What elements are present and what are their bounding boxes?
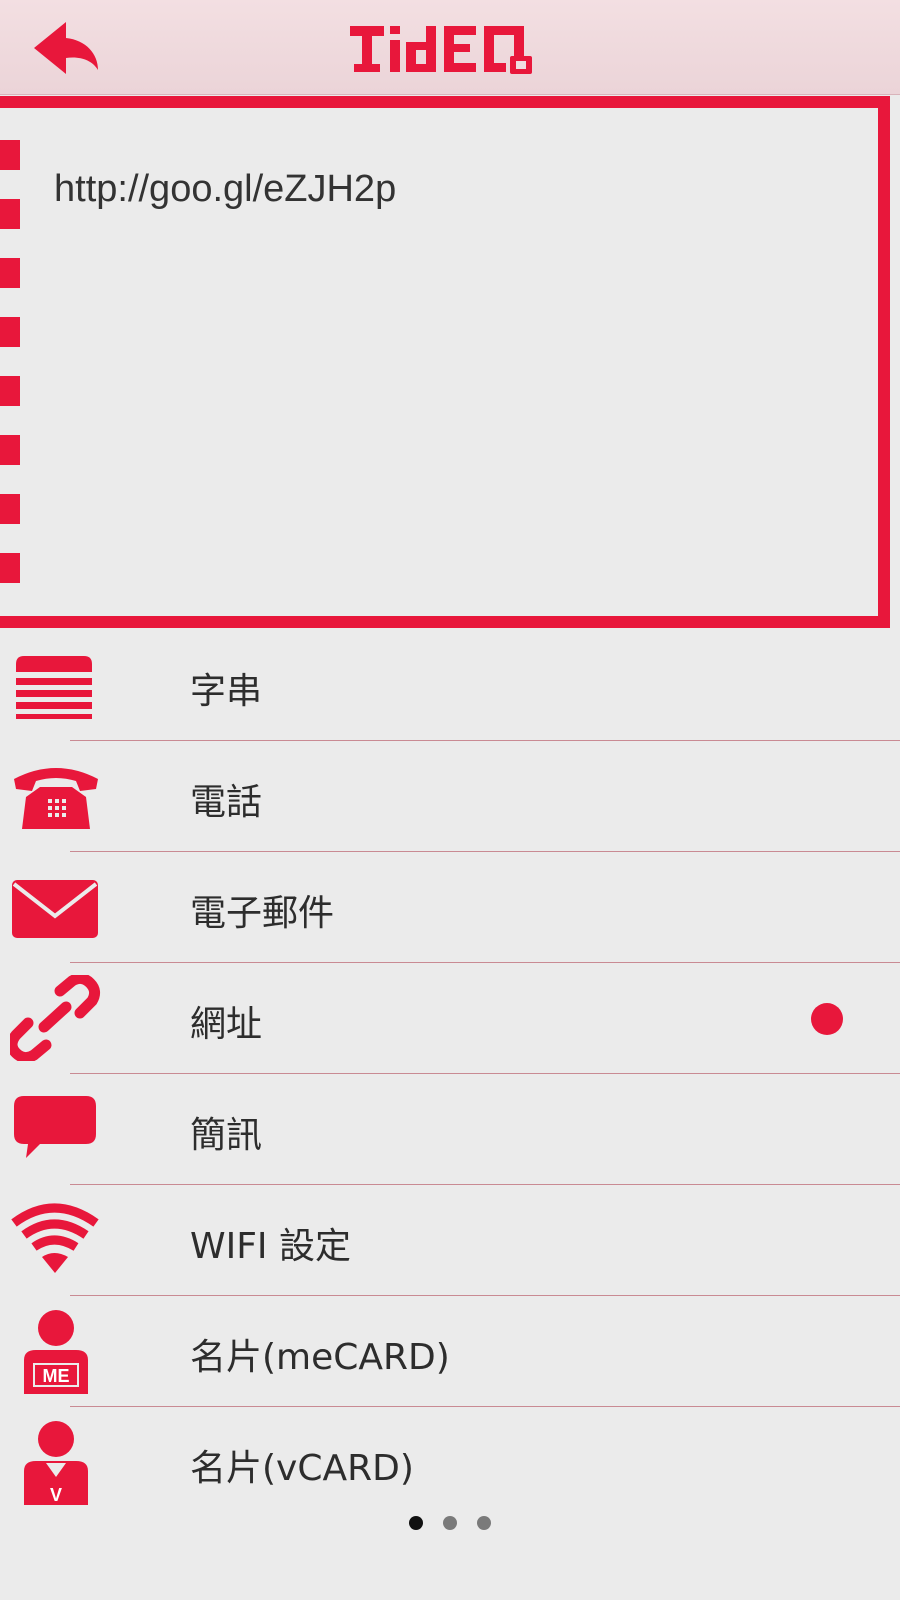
type-item-label: WIFI 設定 [190, 1226, 351, 1267]
type-item-label: 字串 [190, 671, 263, 712]
type-item-label: 名片(meCARD) [190, 1337, 450, 1378]
person-v-icon: V [10, 1419, 102, 1505]
type-item-email[interactable]: 電子郵件 [0, 852, 900, 963]
svg-text:ME: ME [43, 1366, 70, 1386]
link-icon [6, 972, 102, 1064]
app-header [0, 0, 900, 95]
perforation-edge [0, 140, 20, 612]
envelope-icon [10, 864, 102, 950]
type-item-phone[interactable]: 電話 [0, 741, 900, 852]
type-item-label: 電子郵件 [190, 893, 335, 934]
app-logo [350, 20, 550, 80]
type-item-label: 簡訊 [190, 1115, 263, 1156]
page-dot[interactable] [443, 1516, 457, 1530]
type-item-mecard[interactable]: ME 名片(meCARD) [0, 1296, 900, 1407]
wifi-icon [10, 1197, 102, 1283]
selected-indicator [811, 1003, 843, 1035]
speech-bubble-icon [10, 1086, 102, 1172]
svg-text:V: V [50, 1485, 62, 1505]
back-button[interactable] [30, 18, 110, 78]
type-item-url[interactable]: 網址 [0, 963, 900, 1074]
type-item-label: 名片(vCARD) [190, 1448, 414, 1489]
telephone-icon [10, 753, 102, 839]
person-me-icon: ME [10, 1308, 102, 1394]
type-item-label: 網址 [190, 1004, 263, 1045]
back-arrow-icon [34, 22, 98, 74]
type-item-text[interactable]: 字串 [0, 630, 900, 741]
type-item-sms[interactable]: 簡訊 [0, 1074, 900, 1185]
type-item-label: 電話 [190, 782, 263, 823]
type-item-vcard[interactable]: V 名片(vCARD) [0, 1407, 900, 1518]
type-list: 字串 電話 電子郵件 網址 簡訊 WIFI 設定 ME 名片(meCARD) V… [0, 630, 900, 1518]
text-lines-icon [10, 642, 102, 728]
page-dot[interactable] [477, 1516, 491, 1530]
page-dot[interactable] [409, 1516, 423, 1530]
content-text-value[interactable]: http://goo.gl/eZJH2p [54, 168, 396, 211]
type-item-wifi[interactable]: WIFI 設定 [0, 1185, 900, 1296]
page-indicator[interactable] [0, 1516, 900, 1546]
